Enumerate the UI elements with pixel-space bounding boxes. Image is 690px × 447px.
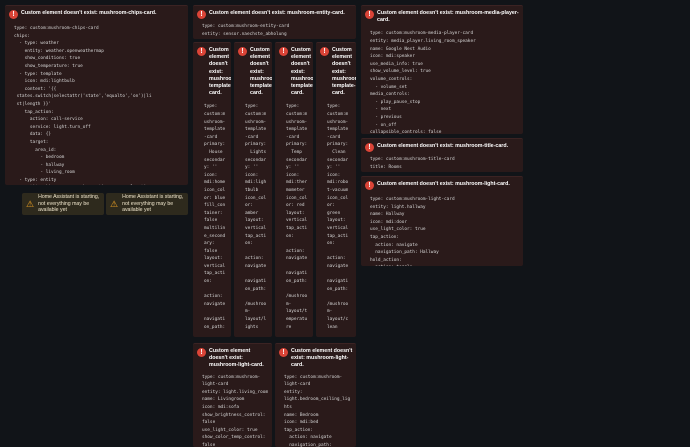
card-error-title: Custom element doesn't exist: mushroom-t…: [209, 47, 231, 97]
card-error-title: Custom element doesn't exist: mushroom-l…: [209, 348, 264, 369]
error-icon: !: [238, 47, 247, 56]
card-error-title: Custom element doesn't exist: mushroom-t…: [332, 47, 356, 97]
error-icon: !: [320, 47, 329, 56]
card-error-title: Custom element doesn't exist: mushroom-t…: [377, 143, 509, 149]
error-icon: !: [365, 143, 374, 152]
error-icon: !: [197, 348, 206, 357]
card-config-yaml: type: custom:m ushroom- template -card p…: [204, 104, 226, 330]
card-config-yaml: type: custom:mushroom- light-card entity…: [202, 374, 269, 447]
warning-icon: ⚠: [26, 198, 35, 209]
chips-card-error: ! Custom element doesn't exist: mushroom-…: [5, 5, 188, 185]
warning-text: Home Assistant is starting, not everythi…: [38, 194, 100, 214]
card-error-title: Custom element doesn't exist: mushroom-c…: [21, 10, 157, 16]
card-config-yaml: type: custom:m ushroom- template -card p…: [286, 104, 308, 330]
warning-text: Home Assistant is starting, not everythi…: [122, 194, 184, 214]
startup-warning-left: ⚠ Home Assistant is starting, not everyt…: [22, 193, 104, 215]
card-config-yaml: type: custom:mushroom-chips-card chips: …: [14, 26, 152, 183]
template-card-temp-error: !Custom element doesn't exist: mushroom-…: [275, 42, 313, 337]
error-icon: !: [279, 47, 288, 56]
card-error-title: Custom element doesn't exist: mushroom-m…: [377, 10, 519, 24]
card-error-title: Custom element doesn't exist: mushroom-e…: [209, 10, 345, 16]
card-config-yaml: type: custom:mushroom-light-card entity:…: [370, 197, 455, 266]
template-card-house-error: !Custom element doesn't exist: mushroom-…: [193, 42, 231, 337]
template-card-lights-error: !Custom element doesn't exist: mushroom-…: [234, 42, 272, 337]
error-icon: !: [197, 10, 206, 19]
card-error-title: Custom element doesn't exist: mushroom-t…: [250, 47, 272, 97]
card-config-yaml: type: custom:mushroom-title-card title: …: [370, 157, 455, 170]
card-error-title: Custom element doesn't exist: mushroom-l…: [291, 348, 353, 369]
error-icon: !: [365, 181, 374, 190]
card-config-yaml: type: custom:mushroom-media-player-card …: [370, 31, 476, 134]
startup-warning-right: ⚠ Home Assistant is starting, not everyt…: [106, 193, 188, 215]
light-card-bedroom-error: ! Custom element doesn't exist: mushroom-…: [275, 343, 356, 447]
card-error-title: Custom element doesn't exist: mushroom-t…: [291, 47, 313, 97]
card-config-yaml: type: custom:m ushroom- template -card p…: [327, 104, 349, 330]
error-icon: !: [365, 10, 374, 19]
error-icon: !: [9, 10, 18, 19]
template-card-clean-error: !Custom element doesn't exist: mushroom-…: [316, 42, 356, 337]
media-player-card-error: ! Custom element doesn't exist: mushroom-…: [361, 5, 523, 134]
error-icon: !: [279, 348, 288, 357]
card-config-yaml: type: custom:mushroom- light-card entity…: [284, 374, 351, 447]
error-icon: !: [197, 47, 206, 56]
card-error-title: Custom element doesn't exist: mushroom-l…: [377, 181, 510, 187]
card-config-yaml: type: custom:mushroom-entity-card entity…: [202, 24, 290, 37]
light-card-livingroom-error: ! Custom element doesn't exist: mushroom-…: [193, 343, 272, 447]
card-config-yaml: type: custom:m ushroom- template -card p…: [245, 104, 267, 330]
light-card-hallway-error: ! Custom element doesn't exist: mushroom-…: [361, 176, 523, 266]
title-card-error: ! Custom element doesn't exist: mushroom-…: [361, 138, 523, 172]
entity-card-error: ! Custom element doesn't exist: mushroom-…: [193, 5, 356, 39]
warning-icon: ⚠: [110, 198, 119, 209]
